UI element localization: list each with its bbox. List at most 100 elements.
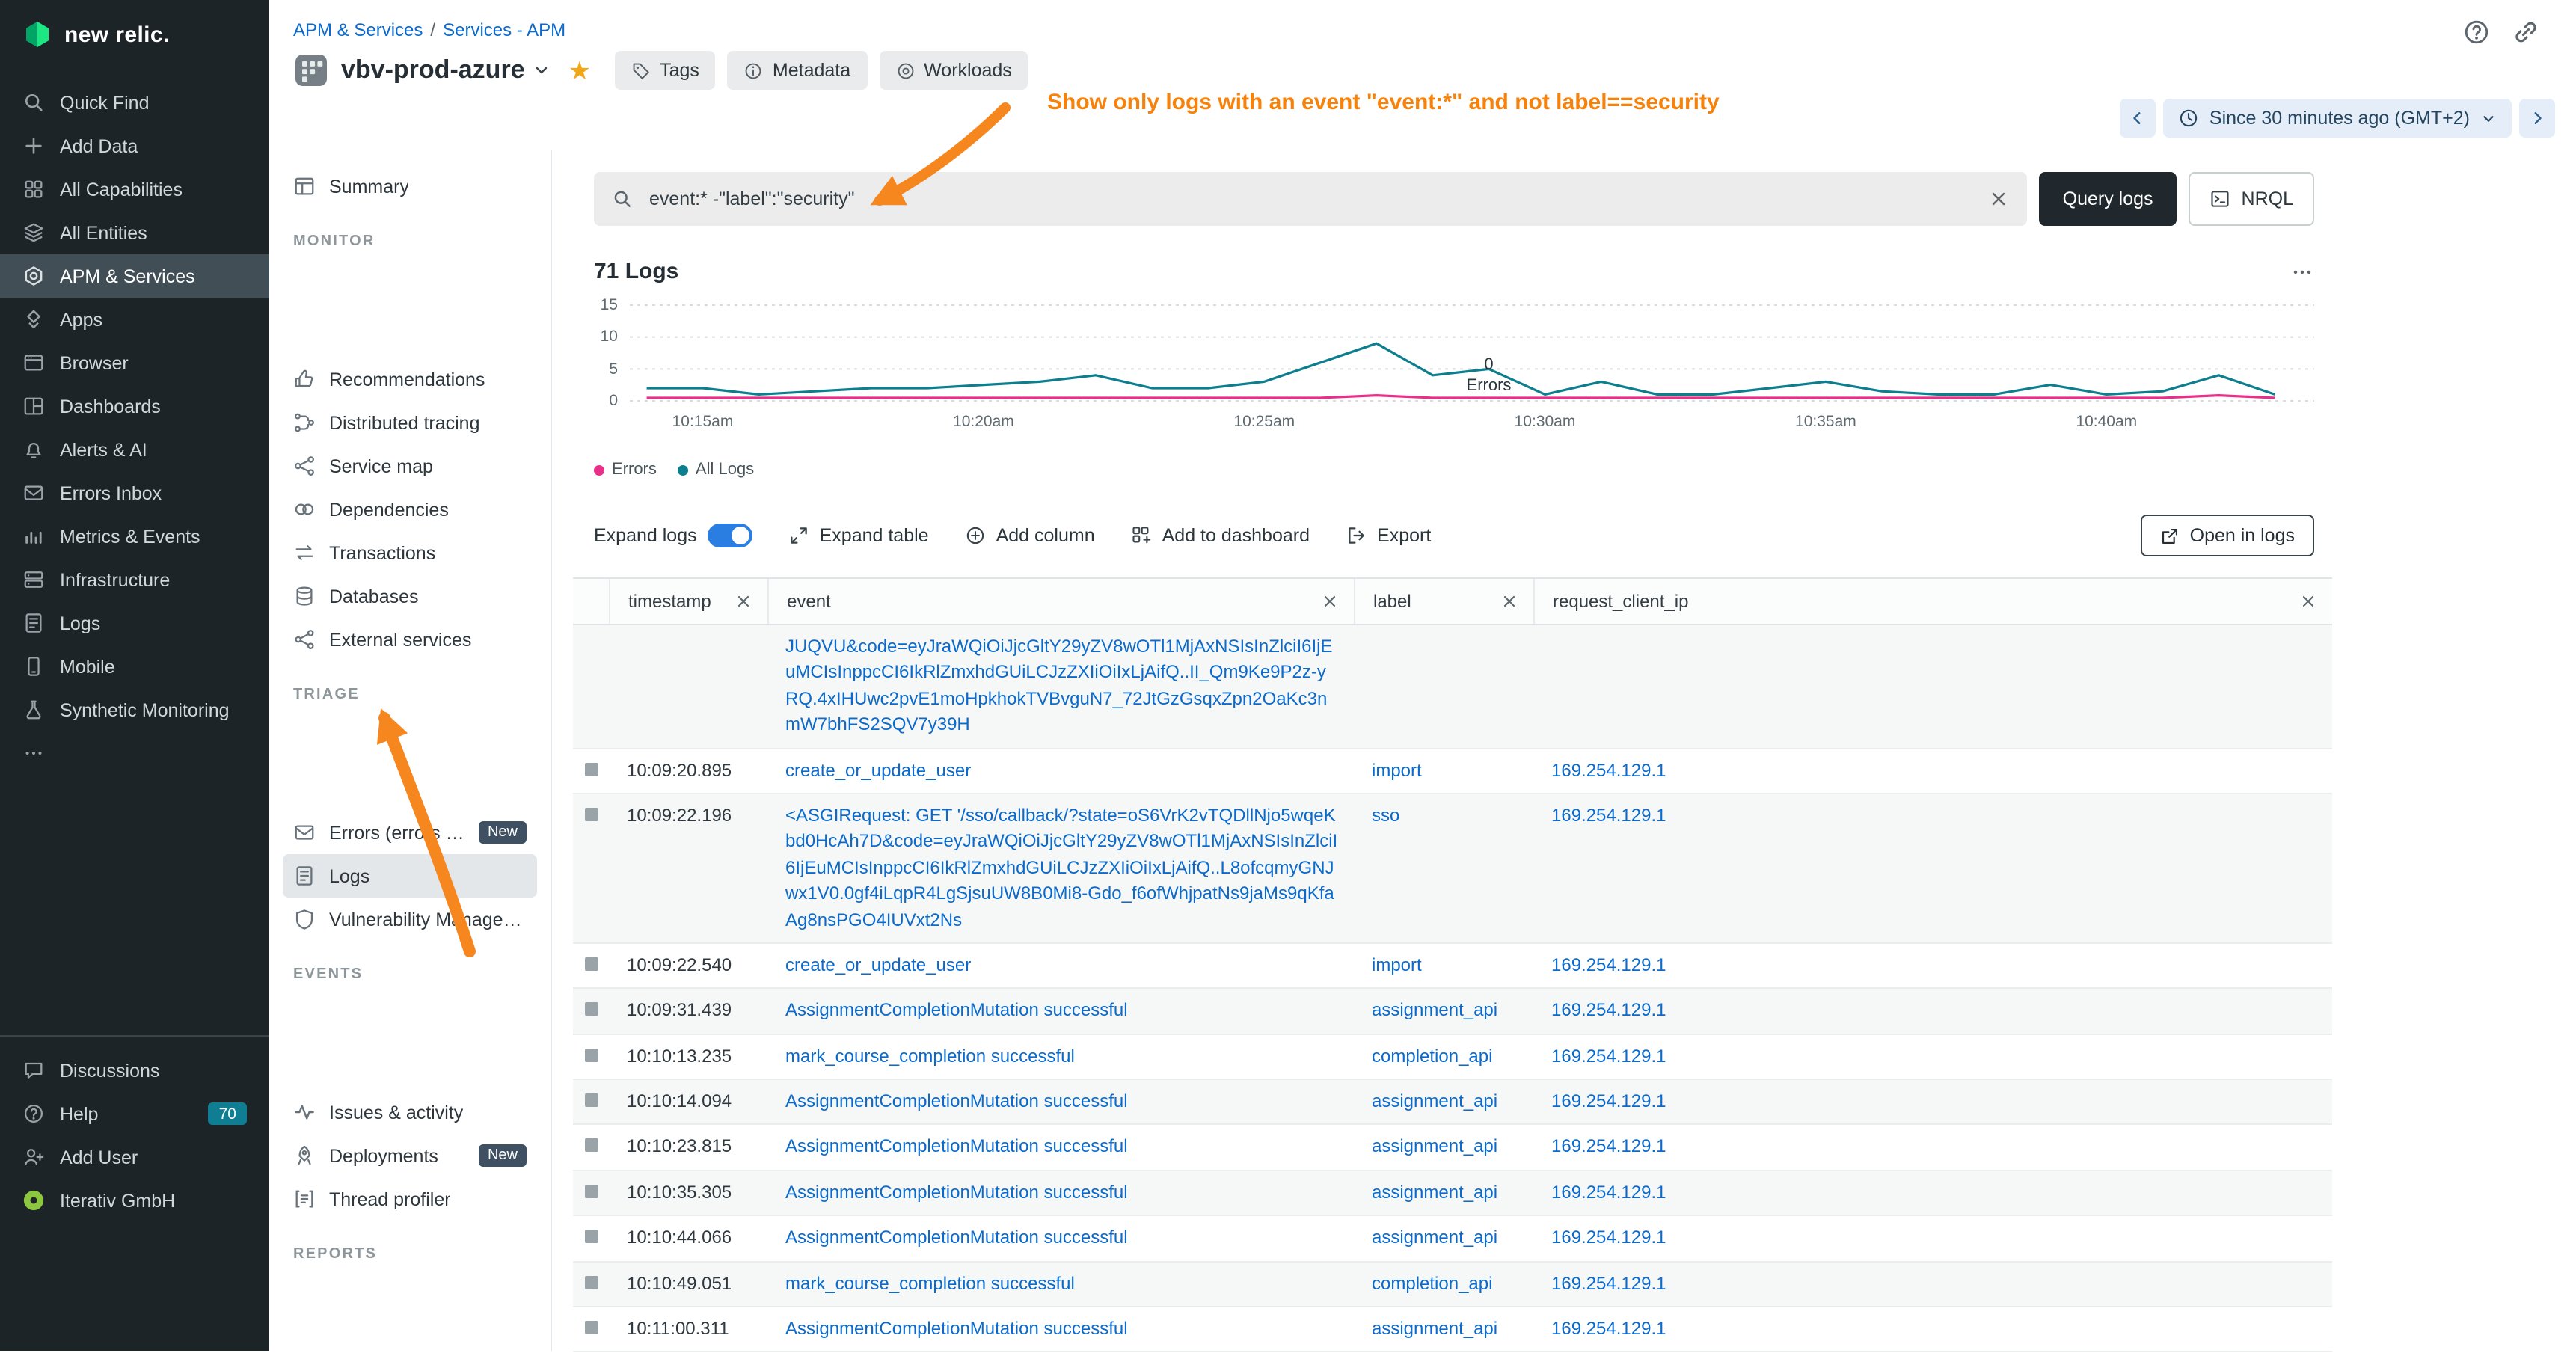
- query-logs-button[interactable]: Query logs: [2039, 172, 2177, 226]
- log-label-link[interactable]: completion_api: [1372, 1045, 1492, 1066]
- global-nav-item[interactable]: All Capabilities: [0, 168, 269, 211]
- log-label-link[interactable]: import: [1372, 954, 1422, 975]
- log-ip-link[interactable]: 169.254.129.1: [1551, 1318, 1666, 1339]
- export-button[interactable]: Export: [1346, 525, 1431, 546]
- favorite-star-icon[interactable]: ★: [568, 58, 592, 83]
- log-label-link[interactable]: assignment_api: [1372, 1318, 1497, 1339]
- remove-column-icon[interactable]: [1321, 592, 1339, 610]
- entity-action-button[interactable]: Metadata: [728, 51, 867, 90]
- time-back-button[interactable]: [2120, 99, 2156, 138]
- log-label-link[interactable]: import: [1372, 759, 1422, 780]
- log-row[interactable]: 10:09:31.439 AssignmentCompletionMutatio…: [573, 990, 2332, 1035]
- log-event-link[interactable]: AssignmentCompletionMutation successful: [785, 1000, 1128, 1021]
- log-label-link[interactable]: assignment_api: [1372, 1136, 1497, 1157]
- log-event-link[interactable]: AssignmentCompletionMutation successful: [785, 1182, 1128, 1203]
- entity-action-button[interactable]: Tags: [615, 51, 716, 90]
- help-circle-icon[interactable]: [2462, 18, 2491, 46]
- log-label-link[interactable]: sso: [1372, 805, 1399, 826]
- logs-timeline-chart[interactable]: 051015 10:15am10:20am10:25am10:30am10:35…: [594, 299, 2314, 443]
- entity-nav-item[interactable]: Transactions: [283, 531, 537, 574]
- entity-nav-item[interactable]: Service map: [283, 444, 537, 488]
- remove-column-icon[interactable]: [2299, 592, 2317, 610]
- log-row[interactable]: 10:09:22.196 <ASGIRequest: GET '/sso/cal…: [573, 794, 2332, 944]
- global-nav-item[interactable]: Logs: [0, 601, 269, 645]
- entity-nav-item[interactable]: Thread profiler: [283, 1177, 537, 1221]
- add-column-button[interactable]: Add column: [965, 525, 1095, 546]
- log-label-link[interactable]: assignment_api: [1372, 1227, 1497, 1248]
- entity-nav-item[interactable]: Errors (errors inb... New: [283, 811, 537, 854]
- global-nav-item[interactable]: Add User: [0, 1135, 269, 1179]
- entity-nav-item[interactable]: Dependencies: [283, 488, 537, 531]
- row-checkbox[interactable]: [585, 1048, 598, 1061]
- log-event-link[interactable]: mark_course_completion successful: [785, 1045, 1075, 1066]
- open-in-logs-button[interactable]: Open in logs: [2141, 515, 2314, 556]
- global-nav-item[interactable]: Synthetic Monitoring: [0, 688, 269, 731]
- log-row[interactable]: JUQVU&code=eyJraWQiOiJjcGltY29yZV8wOTl1M…: [573, 625, 2332, 749]
- log-ip-link[interactable]: 169.254.129.1: [1551, 1045, 1666, 1066]
- log-row[interactable]: 10:10:13.235 mark_course_completion succ…: [573, 1034, 2332, 1080]
- row-checkbox[interactable]: [585, 808, 598, 821]
- global-nav-item[interactable]: Help 70: [0, 1092, 269, 1135]
- log-event-link[interactable]: JUQVU&code=eyJraWQiOiJjcGltY29yZV8wOTl1M…: [785, 636, 1333, 734]
- log-event-link[interactable]: create_or_update_user: [785, 954, 971, 975]
- global-nav-item[interactable]: Apps: [0, 298, 269, 341]
- breadcrumb-apm-services[interactable]: APM & Services: [293, 19, 423, 40]
- row-checkbox[interactable]: [585, 1321, 598, 1334]
- row-checkbox[interactable]: [585, 1139, 598, 1153]
- global-nav-item[interactable]: APM & Services: [0, 254, 269, 298]
- global-nav-item[interactable]: All Entities: [0, 211, 269, 254]
- row-checkbox[interactable]: [585, 1275, 598, 1289]
- global-nav-item[interactable]: Mobile: [0, 645, 269, 688]
- legend-item[interactable]: All Logs: [678, 461, 754, 479]
- clear-query-icon[interactable]: [1988, 188, 2009, 209]
- entity-nav-item[interactable]: Distributed tracing: [283, 401, 537, 444]
- remove-column-icon[interactable]: [1500, 592, 1518, 610]
- global-nav-item[interactable]: Iterativ GmbH: [0, 1179, 269, 1222]
- global-nav-item[interactable]: Dashboards: [0, 384, 269, 428]
- log-event-link[interactable]: mark_course_completion successful: [785, 1272, 1075, 1293]
- global-nav-item[interactable]: Errors Inbox: [0, 471, 269, 515]
- log-event-link[interactable]: AssignmentCompletionMutation successful: [785, 1090, 1128, 1111]
- entity-nav-item[interactable]: Recommendations: [283, 358, 537, 401]
- request-client-ip-column-header[interactable]: request_client_ip: [1533, 579, 2332, 624]
- row-checkbox[interactable]: [585, 762, 598, 776]
- row-checkbox[interactable]: [585, 1093, 598, 1107]
- entity-nav-item[interactable]: Logs: [283, 854, 537, 898]
- nrql-button[interactable]: NRQL: [2189, 172, 2314, 226]
- expand-logs-toggle[interactable]: [708, 524, 752, 547]
- log-ip-link[interactable]: 169.254.129.1: [1551, 1227, 1666, 1248]
- time-range-selector[interactable]: Since 30 minutes ago (GMT+2): [2163, 99, 2512, 138]
- log-row[interactable]: 10:09:20.895 create_or_update_user impor…: [573, 749, 2332, 794]
- log-ip-link[interactable]: 169.254.129.1: [1551, 954, 1666, 975]
- entity-switcher-chevron-icon[interactable]: [533, 61, 551, 79]
- entity-title[interactable]: vbv-prod-azure: [341, 55, 525, 85]
- entity-nav-item[interactable]: Databases: [283, 574, 537, 618]
- log-label-link[interactable]: completion_api: [1372, 1272, 1492, 1293]
- log-event-link[interactable]: <ASGIRequest: GET '/sso/callback/?state=…: [785, 805, 1337, 930]
- log-ip-link[interactable]: 169.254.129.1: [1551, 1000, 1666, 1021]
- entity-nav-item[interactable]: Summary: [283, 165, 537, 208]
- log-ip-link[interactable]: 169.254.129.1: [1551, 759, 1666, 780]
- log-row[interactable]: 10:10:14.094 AssignmentCompletionMutatio…: [573, 1080, 2332, 1126]
- log-row[interactable]: 10:09:22.540 create_or_update_user impor…: [573, 944, 2332, 990]
- row-checkbox[interactable]: [585, 1185, 598, 1198]
- log-row[interactable]: 10:10:35.305 AssignmentCompletionMutatio…: [573, 1171, 2332, 1217]
- log-row[interactable]: 10:10:49.051 mark_course_completion succ…: [573, 1262, 2332, 1307]
- log-event-link[interactable]: AssignmentCompletionMutation successful: [785, 1136, 1128, 1157]
- row-checkbox[interactable]: [585, 957, 598, 971]
- breadcrumb-services-apm[interactable]: Services - APM: [443, 19, 565, 40]
- global-nav-item[interactable]: Quick Find: [0, 81, 269, 124]
- entity-action-button[interactable]: Workloads: [879, 51, 1028, 90]
- global-nav-item[interactable]: Discussions: [0, 1049, 269, 1092]
- entity-nav-item[interactable]: External services: [283, 618, 537, 661]
- expand-table-button[interactable]: Expand table: [788, 525, 929, 546]
- new-relic-logo[interactable]: new relic.: [0, 0, 269, 69]
- add-to-dashboard-button[interactable]: Add to dashboard: [1131, 525, 1310, 546]
- log-ip-link[interactable]: 169.254.129.1: [1551, 1090, 1666, 1111]
- remove-column-icon[interactable]: [735, 592, 752, 610]
- log-event-link[interactable]: AssignmentCompletionMutation successful: [785, 1318, 1128, 1339]
- copy-link-icon[interactable]: [2512, 18, 2540, 46]
- entity-nav-item[interactable]: Issues & activity: [283, 1090, 537, 1134]
- label-column-header[interactable]: label: [1354, 579, 1533, 624]
- legend-item[interactable]: Errors: [594, 461, 657, 479]
